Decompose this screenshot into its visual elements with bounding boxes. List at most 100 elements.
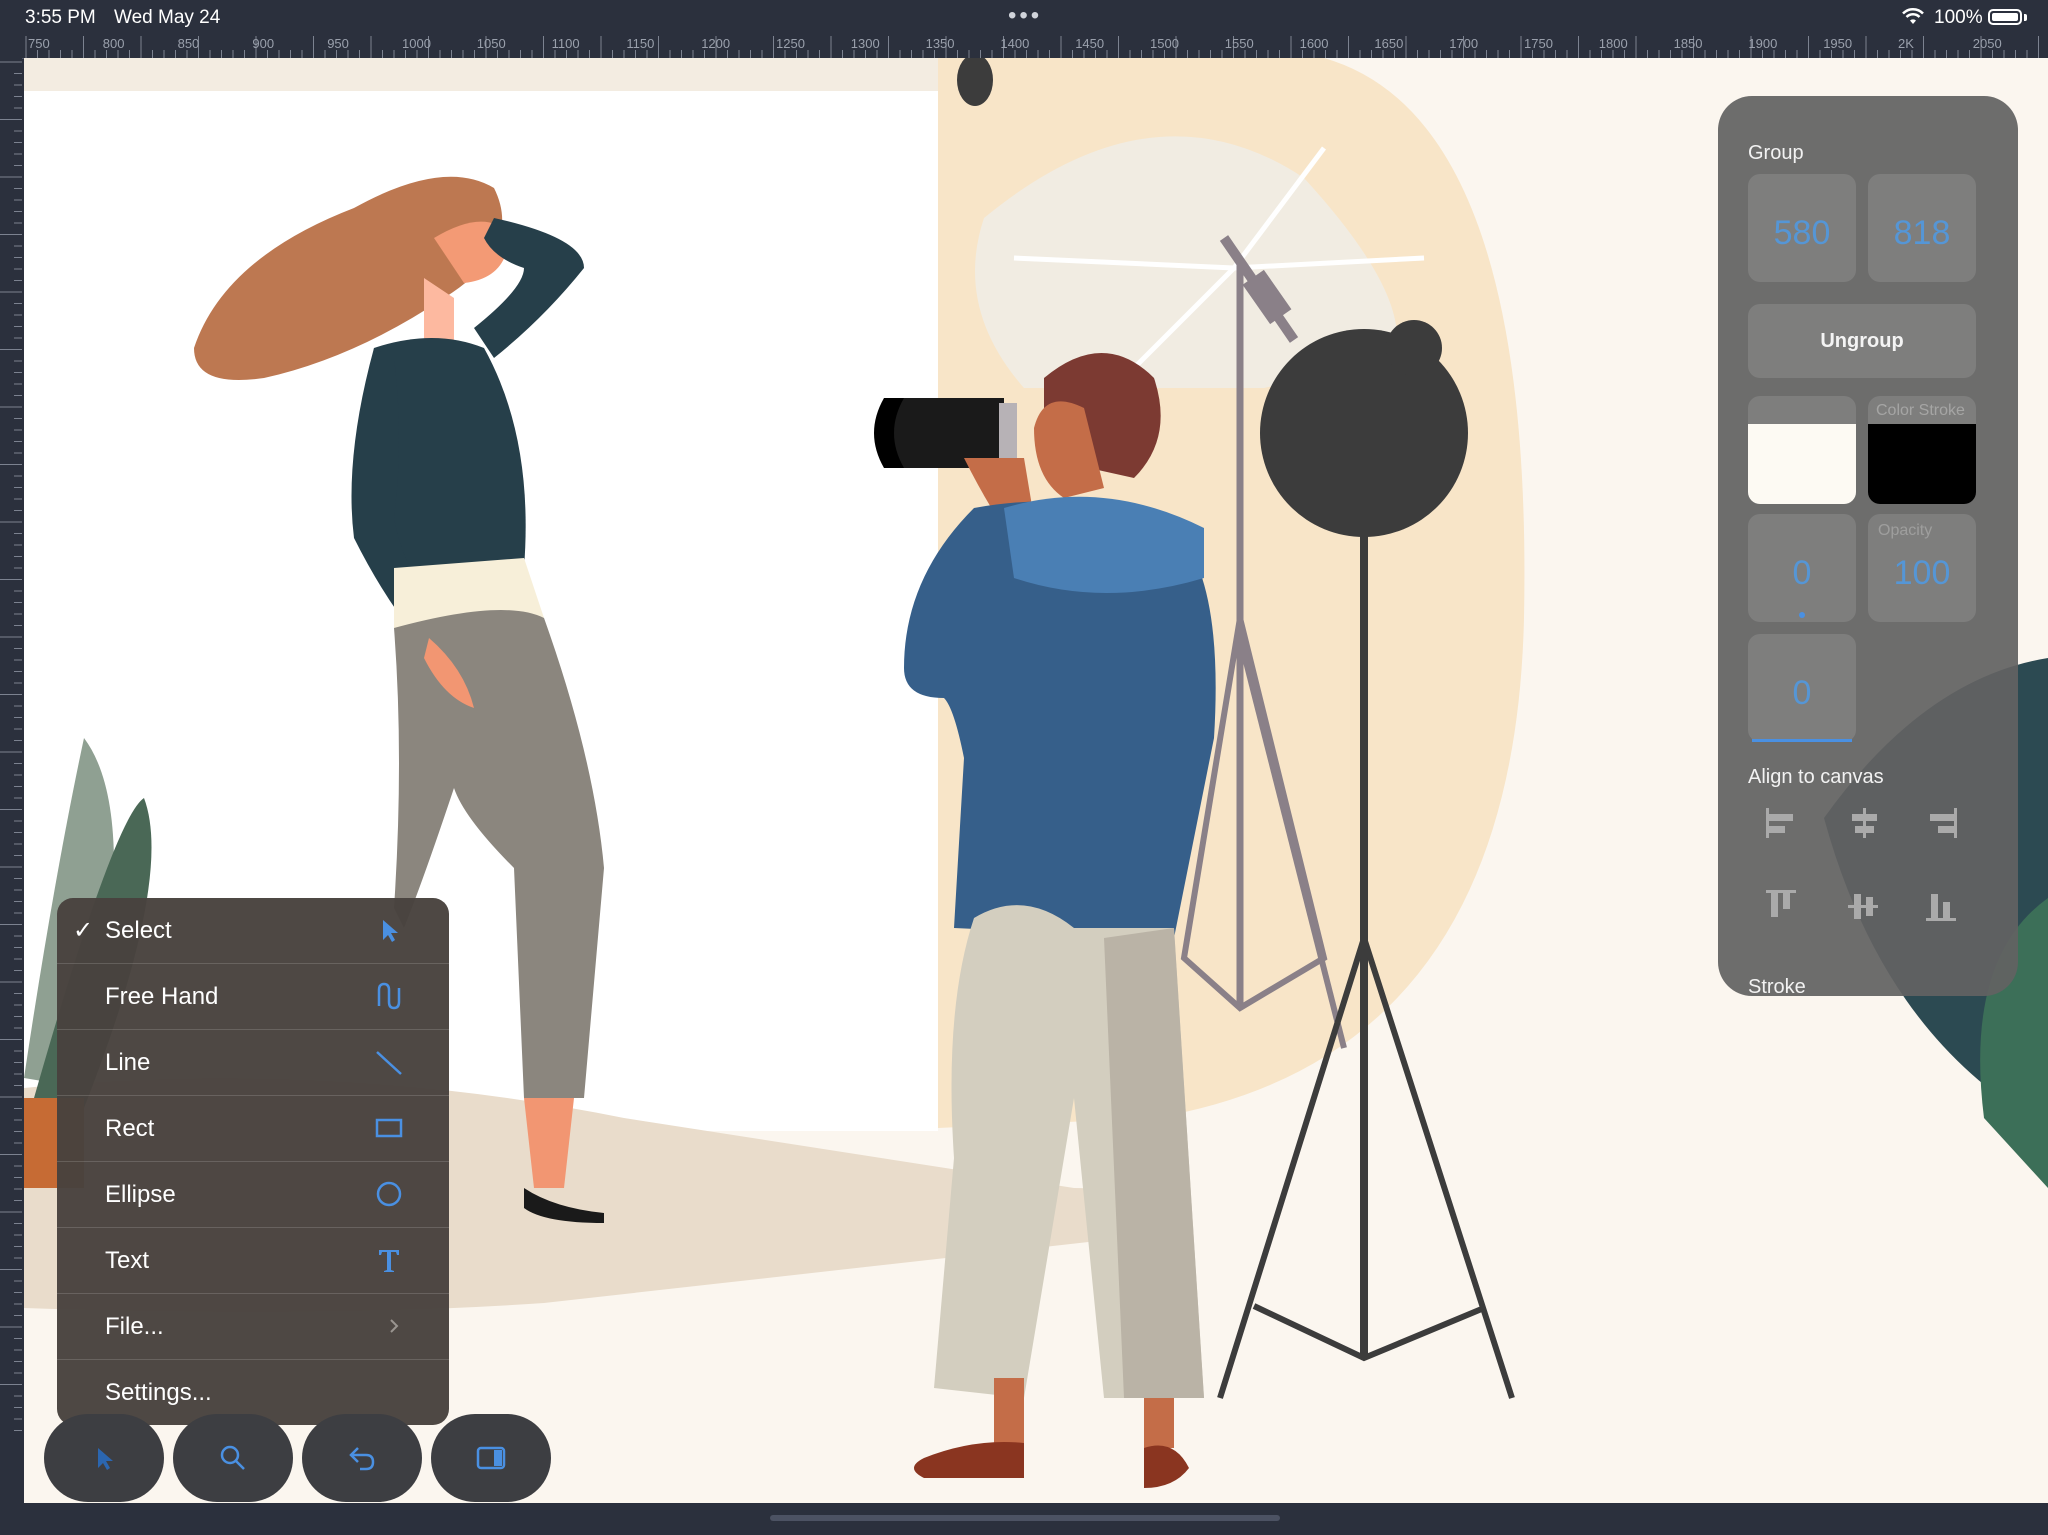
align-left-icon[interactable] <box>1754 796 1810 852</box>
menu-item-ellipse[interactable]: Ellipse <box>57 1162 449 1228</box>
ruler-tick-label: 1300 <box>850 36 880 51</box>
ungroup-button[interactable]: Ungroup <box>1748 304 1976 378</box>
chevron-right-icon <box>390 1319 399 1333</box>
ruler-tick-label: 850 <box>177 36 200 51</box>
ruler-tick-label: 1050 <box>476 36 506 51</box>
menu-item-rect[interactable]: Rect <box>57 1096 449 1162</box>
menu-item-label: Settings... <box>105 1379 212 1406</box>
menu-item-text[interactable]: Text <box>57 1228 449 1294</box>
ruler-vertical[interactable] <box>0 58 22 1443</box>
align-bottom-icon[interactable] <box>1914 878 1970 934</box>
rotation-value: 0 <box>1792 554 1812 592</box>
ruler-tick-label: 800 <box>102 36 125 51</box>
sidebar-toggle-button[interactable] <box>431 1414 551 1502</box>
ruler-tick-label: 950 <box>327 36 349 51</box>
menu-item-select[interactable]: ✓ Select <box>57 898 449 964</box>
home-indicator[interactable] <box>770 1515 1280 1521</box>
ruler-tick-label: 900 <box>252 36 275 51</box>
menu-item-label: Select <box>105 917 172 944</box>
status-date: Wed May 24 <box>114 7 221 28</box>
ruler-tick-label: 750 <box>28 36 50 51</box>
ruler-tick-label: 1550 <box>1224 36 1254 51</box>
undo-button[interactable] <box>302 1414 422 1502</box>
menu-item-label: Line <box>105 1049 151 1076</box>
ruler-tick-label: 1750 <box>1524 36 1553 51</box>
height-value: 818 <box>1893 214 1951 252</box>
rotation-field[interactable]: 0 <box>1748 514 1856 622</box>
battery-icon <box>1988 9 2022 25</box>
menu-item-label: Free Hand <box>105 983 219 1010</box>
menu-item-label: Text <box>105 1247 150 1274</box>
ruler-tick-label: 1350 <box>925 36 955 51</box>
width-value: 580 <box>1773 214 1831 252</box>
fill-color-preview <box>1748 424 1856 504</box>
select-tool-button[interactable] <box>44 1414 164 1502</box>
ruler-tick-label: 1400 <box>1000 36 1030 51</box>
ruler-horizontal[interactable]: 750 800 850 900 950 1000 1050 1100 1150 1200 1250 1… <box>22 36 2048 59</box>
ruler-tick-label: 1250 <box>776 36 805 51</box>
corner-radius-field[interactable]: 0 <box>1748 634 1856 742</box>
tool-menu[interactable]: ✓ Select Free Hand Line Rect Ellipse Tex… <box>57 898 449 1425</box>
pointer-icon <box>98 1448 113 1470</box>
ruler-tick-label: 1850 <box>1673 36 1703 51</box>
inspector-panel[interactable]: Group 580 818 Ungroup Color Stroke 0 Opa… <box>1718 96 2018 996</box>
status-time: 3:55 PM <box>25 7 96 28</box>
opacity-caption: Opacity <box>1878 522 1933 539</box>
height-field[interactable]: 818 <box>1868 174 1976 282</box>
menu-item-label: File... <box>105 1313 164 1340</box>
align-center-vertical-icon[interactable] <box>1836 878 1892 934</box>
menu-item-free-hand[interactable]: Free Hand <box>57 964 449 1030</box>
opacity-field[interactable]: Opacity 100 <box>1868 514 1976 622</box>
align-to-canvas-label: Align to canvas <box>1748 766 1884 788</box>
zoom-button[interactable] <box>173 1414 293 1502</box>
stroke-section-label: Stroke <box>1748 976 1806 996</box>
width-field[interactable]: 580 <box>1748 174 1856 282</box>
ruler-tick-label: 1000 <box>402 36 431 51</box>
stroke-color-swatch[interactable]: Color Stroke <box>1868 396 1976 504</box>
ruler-tick-label: 1700 <box>1449 36 1479 51</box>
pointer-icon <box>383 920 398 942</box>
align-top-icon[interactable] <box>1754 878 1810 934</box>
ruler-vertical-ticks <box>0 61 22 1431</box>
stroke-color-caption: Color Stroke <box>1876 402 1965 419</box>
camera[interactable] <box>884 398 1004 468</box>
drawing-canvas[interactable]: Group 580 818 Ungroup Color Stroke 0 Opa… <box>24 58 2048 1503</box>
ellipse-icon <box>376 1181 402 1207</box>
battery-percent: 100% <box>1934 7 1983 28</box>
line-icon <box>376 1051 402 1075</box>
ruler-tick-label: 1100 <box>551 36 580 51</box>
focus-dot <box>1799 612 1805 618</box>
ruler-tick-label: 1450 <box>1075 36 1105 51</box>
ruler-tick-label: 1800 <box>1598 36 1628 51</box>
menu-item-label: Ellipse <box>105 1181 176 1208</box>
fill-color-swatch[interactable] <box>1748 396 1856 504</box>
menu-item-file[interactable]: File... <box>57 1294 449 1360</box>
ruler-tick-label: 1150 <box>626 36 655 51</box>
status-bar: 3:55 PM Wed May 24 ••• 100% <box>0 0 2048 36</box>
rect-icon <box>375 1118 403 1138</box>
ruler-ticks <box>25 36 2039 58</box>
opacity-value: 100 <box>1893 554 1951 592</box>
ruler-tick-label: 2K <box>1898 36 1914 51</box>
ruler-tick-label: 1900 <box>1748 36 1778 51</box>
align-right-icon[interactable] <box>1914 796 1970 852</box>
multitasking-dots-icon[interactable]: ••• <box>1008 2 1042 30</box>
align-center-horizontal-icon[interactable] <box>1836 796 1892 852</box>
group-label: Group <box>1748 142 1804 164</box>
ruler-tick-label: 1950 <box>1823 36 1853 51</box>
freehand-icon <box>377 982 401 1010</box>
wifi-icon <box>1902 8 1924 24</box>
ruler-tick-label: 1500 <box>1150 36 1179 51</box>
stroke-color-preview <box>1868 424 1976 504</box>
corner-radius-value: 0 <box>1792 674 1812 712</box>
checkmark-icon: ✓ <box>73 917 94 944</box>
menu-item-line[interactable]: Line <box>57 1030 449 1096</box>
ruler-tick-label: 1650 <box>1374 36 1404 51</box>
menu-item-label: Rect <box>105 1115 155 1142</box>
search-icon <box>220 1445 245 1470</box>
undo-icon <box>349 1447 375 1471</box>
ruler-tick-label: 2050 <box>1972 36 2002 51</box>
text-icon <box>379 1250 399 1272</box>
sidebar-icon <box>476 1446 506 1470</box>
ruler-tick-label: 1600 <box>1299 36 1329 51</box>
